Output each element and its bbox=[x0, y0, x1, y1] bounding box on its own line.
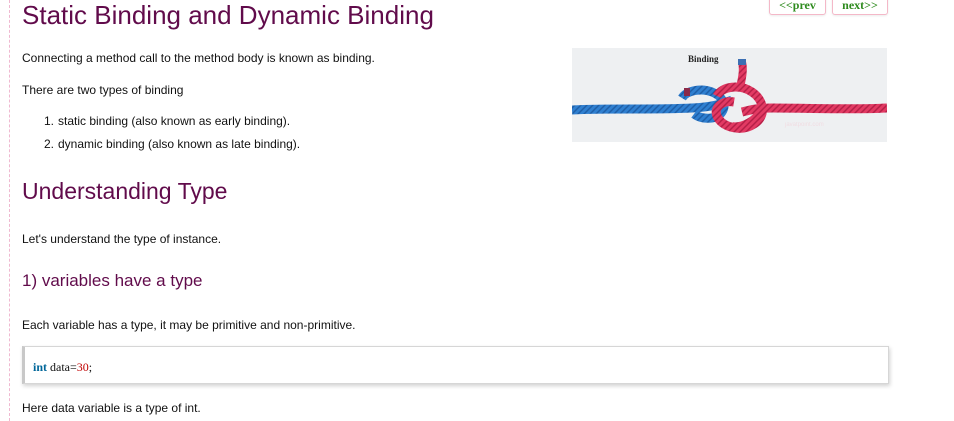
prev-button[interactable]: <<prev bbox=[769, 0, 826, 15]
list-item-text: dynamic binding (also known as late bind… bbox=[58, 137, 301, 151]
binding-illustration: Binding javatpoint.com bbox=[572, 48, 887, 142]
page-left-border bbox=[9, 0, 10, 421]
code-identifier: data= bbox=[47, 360, 77, 374]
binding-types-intro: There are two types of binding bbox=[22, 83, 184, 97]
list-item: 1. static binding (also known as early b… bbox=[22, 113, 300, 129]
section-title: Understanding Type bbox=[22, 178, 228, 204]
subsection-text: Each variable has a type, it may be prim… bbox=[22, 318, 356, 332]
illustration-label: Binding bbox=[688, 54, 719, 64]
list-item-text: static binding (also known as early bind… bbox=[58, 114, 291, 128]
page-title: Static Binding and Dynamic Binding bbox=[22, 0, 434, 30]
code-terminator: ; bbox=[88, 360, 93, 374]
list-item-number: 2. bbox=[44, 137, 55, 151]
list-item: 2. dynamic binding (also known as late b… bbox=[22, 136, 300, 152]
next-button[interactable]: next>> bbox=[832, 0, 888, 15]
rope-knot-image bbox=[572, 48, 887, 142]
subsection-title: 1) variables have a type bbox=[22, 271, 203, 290]
code-keyword: int bbox=[33, 360, 48, 374]
illustration-watermark: javatpoint.com bbox=[785, 122, 824, 128]
code-block: int data=30; bbox=[22, 346, 889, 384]
code-number: 30 bbox=[76, 360, 89, 374]
list-item-number: 1. bbox=[44, 114, 55, 128]
section-intro: Let's understand the type of instance. bbox=[22, 232, 222, 246]
binding-definition: Connecting a method call to the method b… bbox=[22, 51, 375, 65]
after-code-text: Here data variable is a type of int. bbox=[22, 401, 201, 415]
binding-types-list: 1. static binding (also known as early b… bbox=[22, 113, 300, 159]
